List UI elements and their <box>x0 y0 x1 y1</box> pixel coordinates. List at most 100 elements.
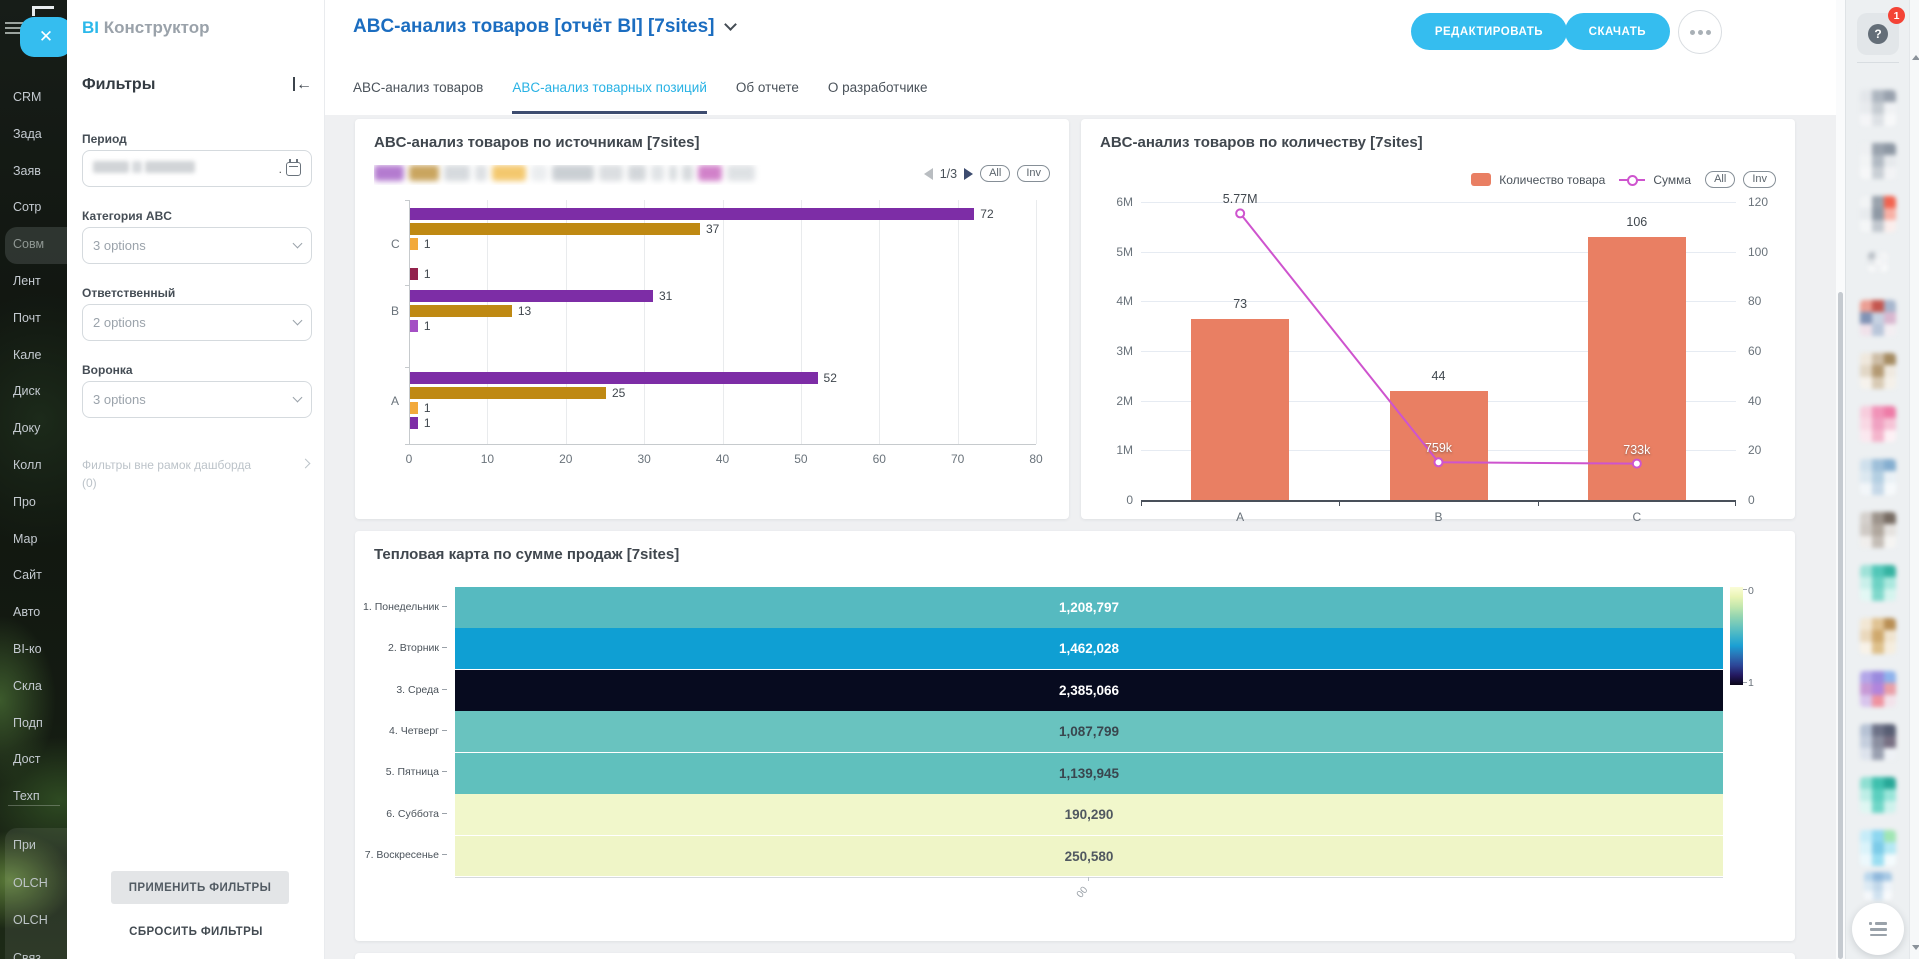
widget-thumbnail-14[interactable] <box>1860 777 1896 813</box>
rail-item-доку[interactable]: Доку <box>13 421 67 435</box>
bar-C-72 <box>410 208 974 220</box>
thumb-cell <box>1860 512 1872 524</box>
rail-item-bi-ко[interactable]: BI-ко <box>13 642 67 656</box>
rail-item-скла[interactable]: Скла <box>13 679 67 693</box>
bar-value-label: 1 <box>424 237 431 251</box>
chevron-down-icon <box>293 316 303 326</box>
widget-thumbnail-8[interactable] <box>1860 459 1896 495</box>
rail-item-crm[interactable]: CRM <box>13 90 67 104</box>
left-axis-tick: 3M <box>1095 344 1133 358</box>
widget-list-button[interactable] <box>1852 903 1904 955</box>
rail-item-лент[interactable]: Лент <box>13 274 67 288</box>
widget-thumbnail-9[interactable] <box>1860 512 1896 548</box>
close-panel-button[interactable]: ✕ <box>20 17 67 57</box>
widget-thumbnail-7[interactable] <box>1860 406 1896 442</box>
thumb-cell <box>1860 430 1872 442</box>
thumb-cell <box>1860 208 1872 220</box>
rail-item-сотр[interactable]: Сотр <box>13 200 67 214</box>
period-input[interactable]: . <box>82 150 312 187</box>
colorbar-max-label: 1 <box>1748 677 1754 689</box>
right-axis-tick: 20 <box>1748 443 1761 457</box>
x-tick-label: 70 <box>951 452 964 466</box>
more-options-button[interactable] <box>1678 10 1722 54</box>
report-title[interactable]: ABC-анализ товаров [отчёт BI] [7sites] <box>353 16 735 38</box>
tab-3[interactable]: О разработчике <box>828 80 928 114</box>
bar-value-label: 72 <box>980 207 993 221</box>
rail-item-подп[interactable]: Подп <box>13 716 67 730</box>
widget-thumbnail-5[interactable] <box>1860 300 1896 336</box>
thumb-cell <box>1884 167 1896 179</box>
rail-item-почт[interactable]: Почт <box>13 311 67 325</box>
bar-A-1 <box>410 417 418 429</box>
tab-0[interactable]: ABC-анализ товаров <box>353 80 483 114</box>
thumb-cell <box>1872 854 1884 866</box>
heatmap-row-label: 7. Воскресенье <box>359 849 447 861</box>
x-tick-label: 60 <box>873 452 886 466</box>
rail-item-мар[interactable]: Мар <box>13 532 67 546</box>
thumb-cell <box>1884 736 1896 748</box>
outer-filters-note[interactable]: Фильтры вне рамок дашборда (0) <box>82 456 297 492</box>
thumb-cell <box>1881 252 1888 259</box>
logo-bracket-icon <box>32 6 54 16</box>
thumb-cell <box>1872 300 1884 312</box>
rail-item-дост[interactable]: Дост <box>13 752 67 766</box>
rail-item-авто[interactable]: Авто <box>13 605 67 619</box>
widget-thumbnail-11[interactable] <box>1860 618 1896 654</box>
thumb-cell <box>1872 671 1884 683</box>
thumb-cell <box>1860 220 1872 232</box>
widget-thumbnail-16[interactable] <box>1864 872 1892 900</box>
rail-item-диск[interactable]: Диск <box>13 384 67 398</box>
tab-2[interactable]: Об отчете <box>736 80 799 114</box>
widget-thumbnail-6[interactable] <box>1860 353 1896 389</box>
thumb-cell <box>1860 524 1872 536</box>
thumb-cell <box>1884 406 1896 418</box>
scroll-down-icon[interactable] <box>1912 945 1919 950</box>
widget-thumbnail-12[interactable] <box>1860 671 1896 707</box>
thumb-cell <box>1860 353 1872 365</box>
window-scrollbar[interactable] <box>1909 0 1919 959</box>
heatmap-value: 250,580 <box>1065 849 1114 864</box>
scroll-up-icon[interactable] <box>1912 55 1919 60</box>
download-button[interactable]: СКАЧАТЬ <box>1565 13 1670 50</box>
rail-item-заяв[interactable]: Заяв <box>13 164 67 178</box>
rail-item-зада[interactable]: Зада <box>13 127 67 141</box>
colorbar-min-label: 0 <box>1748 585 1754 597</box>
rail-item-кале[interactable]: Кале <box>13 348 67 362</box>
apply-filters-button[interactable]: ПРИМЕНИТЬ ФИЛЬТРЫ <box>111 871 289 904</box>
tab-1[interactable]: ABC-анализ товарных позиций <box>512 80 707 114</box>
thumb-cell <box>1872 630 1884 642</box>
collapse-filters-icon[interactable]: ← <box>293 76 312 94</box>
thumb-cell <box>1872 565 1884 577</box>
rail-item-сайт[interactable]: Сайт <box>13 568 67 582</box>
gridline <box>879 200 880 444</box>
x-tick-label: 30 <box>637 452 650 466</box>
widget-thumbnail-13[interactable] <box>1860 724 1896 760</box>
widget-thumbnail-4[interactable] <box>1868 252 1888 272</box>
thumb-cell <box>1881 259 1888 266</box>
scrollbar-thumb[interactable] <box>1838 292 1843 959</box>
app-logo: BI Конструктор <box>82 18 210 38</box>
widget-thumbnail-1[interactable] <box>1860 90 1896 126</box>
sources-plot: 01020304050607080723711C31131B522511A <box>409 119 1036 479</box>
bar-value-label: 37 <box>706 222 719 236</box>
rail-item-колл[interactable]: Колл <box>13 458 67 472</box>
filter-select-0[interactable]: 3 options <box>82 227 312 264</box>
help-button[interactable]: ? 1 <box>1857 13 1899 55</box>
reset-filters-button[interactable]: СБРОСИТЬ ФИЛЬТРЫ <box>67 926 325 938</box>
content-scrollbar[interactable] <box>1836 0 1845 959</box>
widget-thumbnail-3[interactable] <box>1860 196 1896 232</box>
calendar-icon[interactable] <box>286 162 301 176</box>
rail-item-техп[interactable]: Техп <box>13 789 67 803</box>
thumb-cell <box>1884 642 1896 654</box>
thumb-cell <box>1884 512 1896 524</box>
widget-thumbnail-2[interactable] <box>1860 143 1896 179</box>
thumb-cell <box>1884 483 1896 495</box>
rail-item-про[interactable]: Про <box>13 495 67 509</box>
filter-select-1[interactable]: 2 options <box>82 304 312 341</box>
widget-thumbnail-10[interactable] <box>1860 565 1896 601</box>
thumb-cell <box>1884 842 1896 854</box>
filter-select-2[interactable]: 3 options <box>82 381 312 418</box>
bar-value-label: 73 <box>1233 297 1247 311</box>
edit-button[interactable]: РЕДАКТИРОВАТЬ <box>1411 13 1567 50</box>
widget-thumbnail-15[interactable] <box>1860 830 1896 866</box>
